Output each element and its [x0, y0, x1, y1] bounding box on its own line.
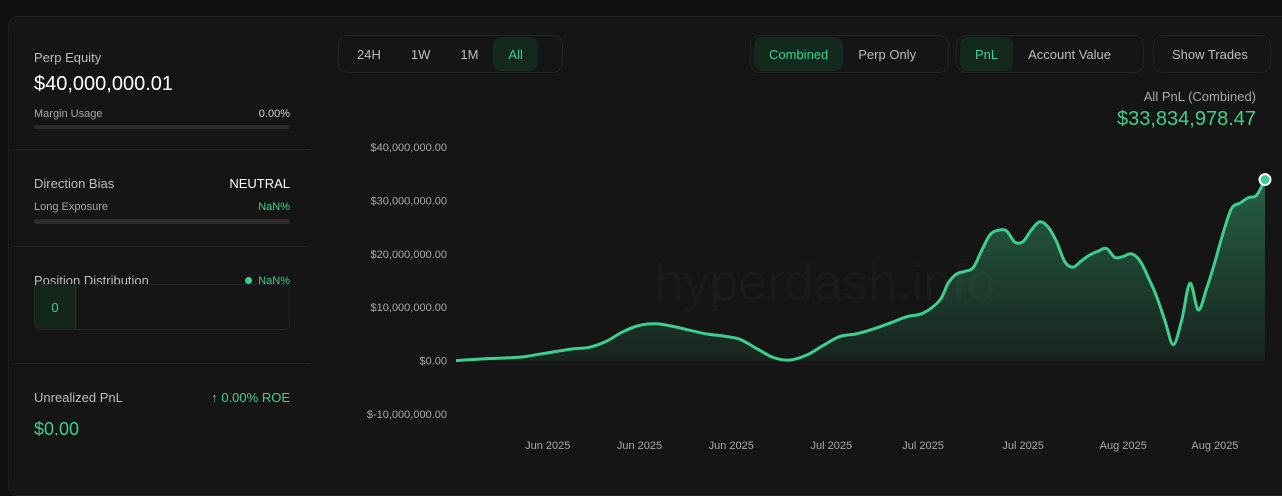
pnl-summary-title: All PnL (Combined) [1143, 89, 1256, 104]
y-tick-label: $20,000,000.00 [371, 249, 447, 261]
x-tick-label: Aug 2025 [1191, 440, 1238, 452]
y-tick-label: $0.00 [419, 356, 447, 368]
scope-selector: Combined Perp Only [750, 35, 949, 73]
combined-button[interactable]: Combined [754, 37, 844, 71]
perp-equity-card: Perp Equity $40,000,000.01 Margin Usage … [34, 50, 290, 129]
metric-selector: PnL Account Value [956, 35, 1144, 73]
y-tick-label: $10,000,000.00 [371, 302, 447, 314]
x-tick-label: Jun 2025 [709, 440, 754, 452]
x-tick-label: Jul 2025 [902, 440, 944, 452]
long-exposure-value: NaN% [258, 201, 290, 213]
y-tick-label: $-10,000,000.00 [367, 409, 447, 421]
perp-equity-label: Perp Equity [34, 50, 102, 65]
y-tick-label: $30,000,000.00 [371, 195, 447, 207]
direction-bias-value: NEUTRAL [229, 176, 290, 191]
direction-bias-label: Direction Bias [34, 176, 115, 191]
margin-usage-label: Margin Usage [34, 108, 103, 120]
margin-usage-value: 0.00% [258, 108, 290, 120]
timeframe-all-button[interactable]: All [493, 37, 538, 71]
status-dot-icon [245, 277, 253, 284]
perp-equity-value: $40,000,000.01 [34, 73, 174, 95]
perp-only-button[interactable]: Perp Only [843, 37, 931, 71]
timeframe-1w-button[interactable]: 1W [396, 37, 446, 71]
timeframe-24h-button[interactable]: 24H [342, 37, 396, 71]
divider [14, 246, 310, 247]
x-tick-label: Jun 2025 [525, 440, 570, 452]
divider [14, 149, 310, 150]
account-value-button[interactable]: Account Value [1013, 37, 1126, 71]
unrealized-pnl-value: $0.00 [34, 419, 80, 439]
long-exposure-label: Long Exposure [34, 201, 108, 213]
roe-value: 0.00% ROE [221, 390, 290, 405]
x-axis: Jun 2025 Jun 2025 Jun 2025 Jul 2025 Jul 2025… [525, 440, 1238, 452]
x-tick-label: Jul 2025 [1002, 440, 1044, 452]
long-exposure-bar [34, 219, 290, 224]
arrow-up-icon: ↑ [211, 390, 218, 405]
position-distribution-bar: 0 [34, 284, 290, 330]
show-trades-group: Show Trades [1153, 35, 1271, 73]
unrealized-pnl-label: Unrealized PnL [34, 390, 123, 405]
y-axis: $40,000,000.00 $30,000,000.00 $20,000,000.… [367, 142, 447, 421]
distribution-count: 0 [35, 285, 76, 329]
timeframe-1m-button[interactable]: 1M [445, 37, 493, 71]
divider [14, 363, 310, 364]
timeframe-selector: 24H 1W 1M All [338, 35, 563, 73]
latest-point-marker[interactable] [1258, 173, 1272, 187]
y-tick-label: $40,000,000.00 [371, 142, 447, 154]
pnl-button[interactable]: PnL [960, 37, 1014, 71]
x-tick-label: Jul 2025 [811, 440, 853, 452]
show-trades-button[interactable]: Show Trades [1157, 37, 1263, 71]
pnl-chart: hyperdash.info $40,000,000.00$30,000,000… [367, 142, 1272, 452]
margin-usage-bar [34, 125, 290, 129]
unrealized-pnl-card: Unrealized PnL ↑ 0.00% ROE $0.00 [34, 390, 290, 440]
x-tick-label: Jun 2025 [617, 440, 662, 452]
pnl-summary-value: $33,834,978.47 [1116, 108, 1256, 130]
x-tick-label: Aug 2025 [1100, 440, 1147, 452]
direction-bias-card: Direction Bias NEUTRAL Long Exposure NaN… [34, 176, 290, 224]
